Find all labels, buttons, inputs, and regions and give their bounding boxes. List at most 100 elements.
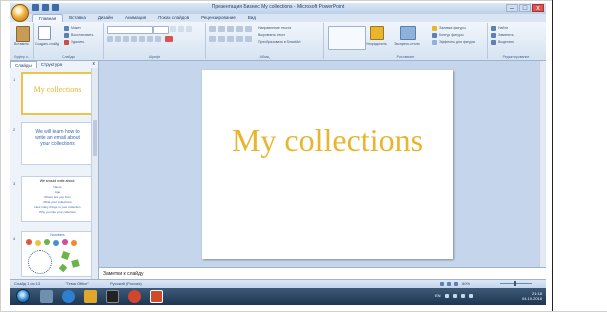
font-name-select[interactable] <box>107 26 153 34</box>
tab-home[interactable]: Главная <box>32 14 64 22</box>
clear-format-icon[interactable] <box>186 26 192 32</box>
shape-fill-button[interactable]: Заливка фигуры <box>439 26 466 30</box>
tab-design[interactable]: Дизайн <box>92 14 119 22</box>
clock[interactable]: 21:18 04.10.2018 <box>522 291 542 301</box>
tab-outline[interactable]: Структура <box>37 61 66 68</box>
find-button[interactable]: Найти <box>498 26 508 30</box>
bullets-icon[interactable] <box>209 26 216 32</box>
normal-view-icon[interactable] <box>440 282 444 286</box>
slides-pane-scrollbar[interactable] <box>91 68 98 279</box>
reset-icon[interactable] <box>64 33 69 38</box>
arrange-icon[interactable] <box>370 26 384 40</box>
columns-icon[interactable] <box>245 36 252 42</box>
picture-icon <box>44 239 50 245</box>
current-slide[interactable]: My collections <box>202 70 453 259</box>
select-button[interactable]: Выделить <box>498 40 514 44</box>
justify-icon[interactable] <box>236 36 243 42</box>
office-button[interactable] <box>11 4 29 22</box>
grow-font-icon[interactable] <box>170 26 176 32</box>
shape-effects-icon[interactable] <box>432 40 437 45</box>
text-direction-button[interactable]: Направление текста <box>258 26 291 30</box>
tab-animation[interactable]: Анимация <box>119 14 152 22</box>
italic-icon[interactable] <box>115 36 121 42</box>
shape-effects-button[interactable]: Эффекты для фигуры <box>439 40 475 44</box>
pane-close-icon[interactable]: x <box>93 61 99 68</box>
slide-thumbnail-1[interactable]: My collections <box>21 72 94 115</box>
case-icon[interactable] <box>155 36 161 42</box>
slide-area-scrollbar[interactable] <box>539 61 546 267</box>
align-right-icon[interactable] <box>227 36 234 42</box>
slideshow-view-icon[interactable] <box>454 282 458 286</box>
smartart-button[interactable]: Преобразовать в SmartArt <box>258 40 300 44</box>
align-text-button[interactable]: Выровнять текст <box>258 33 285 37</box>
layout-button[interactable]: Макет <box>71 26 81 30</box>
delete-button[interactable]: Удалить <box>71 40 84 44</box>
slide-title[interactable]: My collections <box>202 122 453 158</box>
minimize-button[interactable]: – <box>506 4 518 12</box>
font-size-select[interactable] <box>153 26 169 34</box>
zoom-slider-handle[interactable] <box>514 281 516 286</box>
strikethrough-icon[interactable] <box>131 36 137 42</box>
ie-icon[interactable] <box>62 290 75 303</box>
outdent-icon[interactable] <box>236 26 243 32</box>
tab-slideshow[interactable]: Показ слайдов <box>152 14 195 22</box>
numbering-icon[interactable] <box>218 26 225 32</box>
zoom-slider[interactable] <box>500 281 532 286</box>
quick-styles-button[interactable]: Экспресс-стили <box>394 42 420 46</box>
arrange-button[interactable]: Упорядочить <box>366 42 387 46</box>
spacing-icon[interactable] <box>147 36 153 42</box>
slide-thumbnail-3[interactable]: We should write about: Name Age Where ar… <box>21 176 94 222</box>
close-button[interactable]: x <box>532 4 544 12</box>
leaf-icon <box>58 263 68 273</box>
right-margin-frame <box>552 0 607 311</box>
align-left-icon[interactable] <box>209 36 216 42</box>
folder-icon[interactable] <box>84 290 97 303</box>
volume-icon[interactable] <box>468 294 473 298</box>
quick-styles-icon[interactable] <box>400 26 416 40</box>
sorter-view-icon[interactable] <box>447 282 451 286</box>
shape-fill-icon[interactable] <box>432 26 437 31</box>
tab-view[interactable]: Вид <box>242 14 262 22</box>
start-button[interactable] <box>16 289 30 303</box>
shrink-font-icon[interactable] <box>178 26 184 32</box>
align-center-icon[interactable] <box>218 36 225 42</box>
tab-review[interactable]: Рецензирование <box>195 14 242 22</box>
maximize-button[interactable]: □ <box>519 4 531 12</box>
shield-icon[interactable] <box>452 294 457 298</box>
powerpoint-taskbar-icon[interactable] <box>150 290 163 303</box>
flag-icon[interactable] <box>460 294 465 298</box>
replace-icon[interactable] <box>491 33 496 38</box>
shape-outline-button[interactable]: Контур фигуры <box>439 33 463 37</box>
slide-thumbnail-4[interactable]: Numbers <box>21 231 94 277</box>
font-color-icon[interactable] <box>165 36 173 42</box>
slide-thumbnail-2[interactable]: We will learn how to write an email abou… <box>21 122 94 165</box>
shape-outline-icon[interactable] <box>432 33 437 38</box>
delete-icon[interactable] <box>64 40 69 45</box>
replace-button[interactable]: Заменить <box>498 33 514 37</box>
shadow-icon[interactable] <box>139 36 145 42</box>
drawing-group: Упорядочить Экспресс-стили Заливка фигур… <box>324 23 488 59</box>
line-spacing-icon[interactable] <box>245 26 252 32</box>
network-icon[interactable] <box>444 294 449 298</box>
explorer-icon[interactable] <box>40 290 53 303</box>
shapes-gallery[interactable] <box>328 26 366 50</box>
zoom-level[interactable]: 60% <box>462 281 470 286</box>
indent-icon[interactable] <box>227 26 234 32</box>
reset-button[interactable]: Восстановить <box>71 33 93 37</box>
bold-icon[interactable] <box>107 36 113 42</box>
tab-slides[interactable]: Слайды <box>10 61 37 68</box>
scrollbar-thumb[interactable] <box>93 120 97 156</box>
find-icon[interactable] <box>491 26 496 31</box>
ribbon: Вставить Буфер о... Создать слайд Макет … <box>10 22 546 61</box>
new-slide-icon[interactable] <box>38 26 51 40</box>
language-indicator-tray[interactable]: EN <box>435 294 441 298</box>
tab-insert[interactable]: Вставка <box>63 14 92 22</box>
underline-icon[interactable] <box>123 36 129 42</box>
language-indicator[interactable]: Русский (Россия) <box>110 281 142 286</box>
layout-icon[interactable] <box>64 26 69 31</box>
media-player-icon[interactable] <box>106 290 119 303</box>
select-icon[interactable] <box>491 40 496 45</box>
chrome-icon[interactable] <box>128 290 141 303</box>
paste-icon[interactable] <box>16 26 30 42</box>
picture-icon <box>62 239 68 245</box>
